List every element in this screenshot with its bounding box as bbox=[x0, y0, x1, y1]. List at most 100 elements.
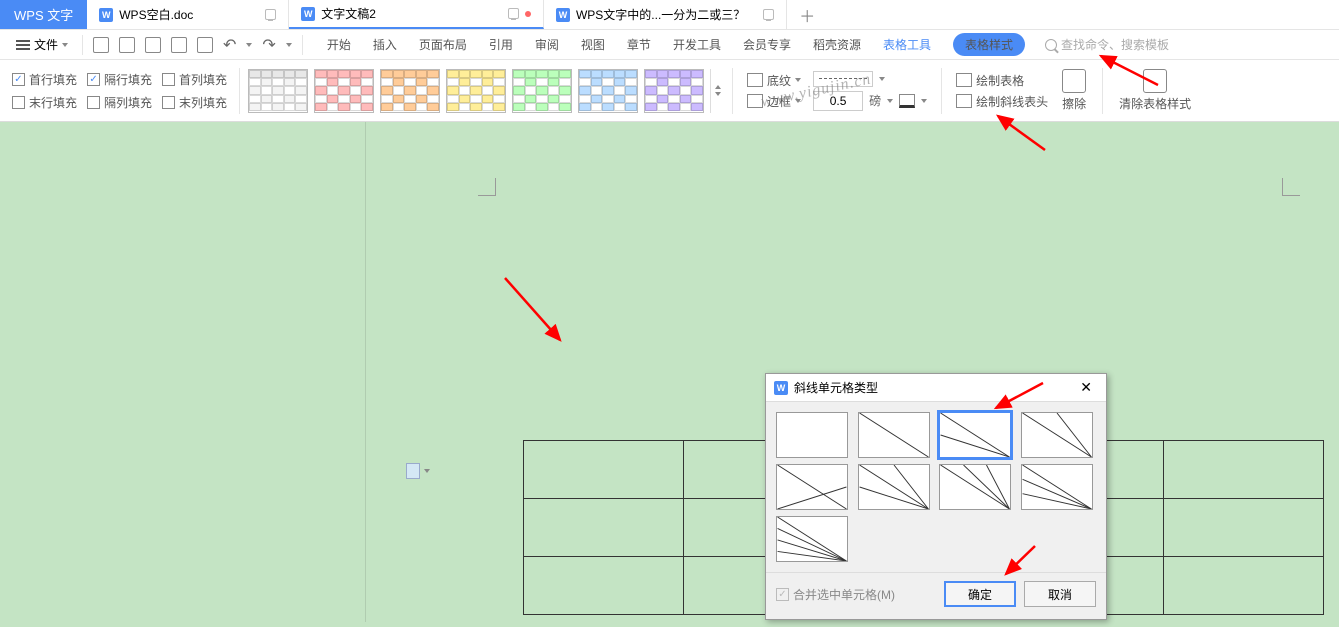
diagonal-type-option[interactable] bbox=[939, 412, 1011, 458]
chevron-down-icon[interactable] bbox=[286, 43, 292, 47]
table-fill-options: ✓首行填充 ✓隔行填充 首列填充 末行填充 隔列填充 末列填充 bbox=[8, 71, 231, 111]
save-icon[interactable] bbox=[145, 37, 161, 53]
diagonal-type-option[interactable] bbox=[858, 412, 930, 458]
diagonal-type-option[interactable] bbox=[776, 516, 848, 562]
doc-icon: W bbox=[556, 8, 570, 22]
shading-border-group: 底纹 边框 bbox=[741, 72, 807, 110]
redo-icon[interactable]: ↷ bbox=[262, 35, 275, 55]
draw-diagonal-header-button[interactable]: 绘制斜线表头 bbox=[956, 93, 1048, 110]
diagonal-type-option[interactable] bbox=[1021, 464, 1093, 510]
print-preview-icon[interactable] bbox=[197, 37, 213, 53]
separator bbox=[239, 68, 240, 114]
chevron-down-icon[interactable] bbox=[921, 99, 927, 103]
eraser-button[interactable]: 擦除 bbox=[1054, 69, 1094, 112]
ribbon-tab-layout[interactable]: 页面布局 bbox=[419, 36, 467, 53]
draw-table-button[interactable]: 绘制表格 bbox=[956, 72, 1048, 89]
table-style-thumb[interactable] bbox=[512, 69, 572, 113]
draw-table-group: 绘制表格 绘制斜线表头 bbox=[950, 72, 1054, 110]
doc-tab-3[interactable]: W WPS文字中的...一分为二或三？ bbox=[544, 0, 787, 29]
ribbon-tab-table-style[interactable]: 表格样式 bbox=[953, 33, 1025, 56]
table-style-gallery: // placeholder — thumbs created below by… bbox=[248, 69, 724, 113]
hamburger-icon bbox=[16, 40, 30, 50]
ribbon-tab-review[interactable]: 审阅 bbox=[535, 36, 559, 53]
border-weight-group: 0.5 磅 bbox=[807, 71, 933, 111]
chevron-down-icon bbox=[879, 77, 885, 81]
ribbon-tab-table-tools[interactable]: 表格工具 bbox=[883, 36, 931, 53]
merge-checkbox[interactable]: ✓ 合并选中单元格(M) bbox=[776, 586, 895, 603]
device-icon bbox=[508, 8, 519, 19]
cancel-button[interactable]: 取消 bbox=[1024, 581, 1096, 607]
table-style-thumb[interactable] bbox=[578, 69, 638, 113]
diagonal-type-option[interactable] bbox=[776, 464, 848, 510]
separator bbox=[732, 68, 733, 114]
ribbon-tab-insert[interactable]: 插入 bbox=[373, 36, 397, 53]
ribbon-tab-member[interactable]: 会员专享 bbox=[743, 36, 791, 53]
checkbox-alt-row-fill[interactable]: ✓隔行填充 bbox=[87, 71, 152, 88]
diagonal-type-option[interactable] bbox=[1021, 412, 1093, 458]
document-area[interactable]: www.yigujin.cn www.yigujin.cn bbox=[0, 122, 1339, 627]
draw-table-icon bbox=[956, 73, 972, 87]
app-name: WPS 文字 bbox=[0, 0, 87, 29]
diagonal-type-option[interactable] bbox=[939, 464, 1011, 510]
checkbox-alt-col-fill[interactable]: 隔列填充 bbox=[87, 94, 152, 111]
pen-color-icon[interactable] bbox=[899, 94, 915, 108]
border-weight-value[interactable]: 0.5 bbox=[813, 91, 863, 111]
dialog-body bbox=[766, 402, 1106, 572]
separator bbox=[1102, 68, 1103, 114]
ribbon-tab-docer[interactable]: 稻壳资源 bbox=[813, 36, 861, 53]
corner-mark-icon bbox=[478, 178, 496, 196]
chevron-up-icon bbox=[715, 85, 721, 89]
ribbon-tab-reference[interactable]: 引用 bbox=[489, 36, 513, 53]
new-tab-button[interactable]: ＋ bbox=[787, 0, 827, 29]
chevron-down-icon[interactable] bbox=[246, 43, 252, 47]
plus-icon: ＋ bbox=[799, 3, 815, 27]
doc-tab-2[interactable]: W 文字文稿2 bbox=[289, 0, 544, 29]
paragraph-handle[interactable] bbox=[406, 463, 430, 479]
weight-unit: 磅 bbox=[869, 92, 881, 109]
checkbox-first-row-fill[interactable]: ✓首行填充 bbox=[12, 71, 77, 88]
ribbon-tab-view[interactable]: 视图 bbox=[581, 36, 605, 53]
open-icon[interactable] bbox=[119, 37, 135, 53]
command-search[interactable]: 查找命令、搜索模板 bbox=[1045, 36, 1169, 53]
doc-tab-label: WPS文字中的...一分为二或三？ bbox=[576, 6, 745, 23]
border-style-dropdown[interactable] bbox=[813, 71, 873, 87]
print-icon[interactable] bbox=[171, 37, 187, 53]
file-menu-button[interactable]: 文件 bbox=[8, 36, 76, 53]
doc-icon: W bbox=[99, 8, 113, 22]
table-style-thumb[interactable] bbox=[380, 69, 440, 113]
diagonal-type-option[interactable] bbox=[858, 464, 930, 510]
checkbox-first-col-fill[interactable]: 首列填充 bbox=[162, 71, 227, 88]
border-dropdown[interactable]: 边框 bbox=[747, 93, 801, 110]
clear-style-icon bbox=[1143, 69, 1167, 93]
separator bbox=[82, 35, 83, 55]
ribbon-bar: 文件 ↶ ↷ 开始 插入 页面布局 引用 审阅 视图 章节 开发工具 会员专享 … bbox=[0, 30, 1339, 60]
close-button[interactable]: ✕ bbox=[1074, 377, 1098, 398]
dialog-footer: ✓ 合并选中单元格(M) 确定 取消 bbox=[766, 572, 1106, 619]
title-bar: WPS 文字 W WPS空白.doc W 文字文稿2 W WPS文字中的...一… bbox=[0, 0, 1339, 30]
doc-icon: W bbox=[301, 7, 315, 21]
checkbox-last-row-fill[interactable]: 末行填充 bbox=[12, 94, 77, 111]
ribbon-tab-section[interactable]: 章节 bbox=[627, 36, 651, 53]
clear-table-style-button[interactable]: 清除表格样式 bbox=[1111, 69, 1199, 112]
paragraph-icon bbox=[406, 463, 420, 479]
gallery-more-button[interactable] bbox=[710, 69, 724, 113]
dialog-title-bar[interactable]: W 斜线单元格类型 ✕ bbox=[766, 374, 1106, 402]
diagonal-type-option[interactable] bbox=[776, 412, 848, 458]
chevron-down-icon[interactable] bbox=[887, 99, 893, 103]
ok-button[interactable]: 确定 bbox=[944, 581, 1016, 607]
new-doc-icon[interactable] bbox=[93, 37, 109, 53]
table-style-thumb[interactable] bbox=[446, 69, 506, 113]
ribbon-tab-devtools[interactable]: 开发工具 bbox=[673, 36, 721, 53]
table-style-thumb[interactable] bbox=[314, 69, 374, 113]
checkbox-last-col-fill[interactable]: 末列填充 bbox=[162, 94, 227, 111]
table-style-thumb[interactable] bbox=[644, 69, 704, 113]
undo-icon[interactable]: ↶ bbox=[223, 35, 236, 55]
doc-icon: W bbox=[774, 381, 788, 395]
doc-tab-1[interactable]: W WPS空白.doc bbox=[87, 0, 289, 29]
ribbon-tab-start[interactable]: 开始 bbox=[327, 36, 351, 53]
shading-dropdown[interactable]: 底纹 bbox=[747, 72, 801, 89]
table-style-thumb[interactable] bbox=[248, 69, 308, 113]
separator bbox=[941, 68, 942, 114]
file-menu-label: 文件 bbox=[34, 36, 58, 53]
eraser-icon bbox=[1062, 69, 1086, 93]
